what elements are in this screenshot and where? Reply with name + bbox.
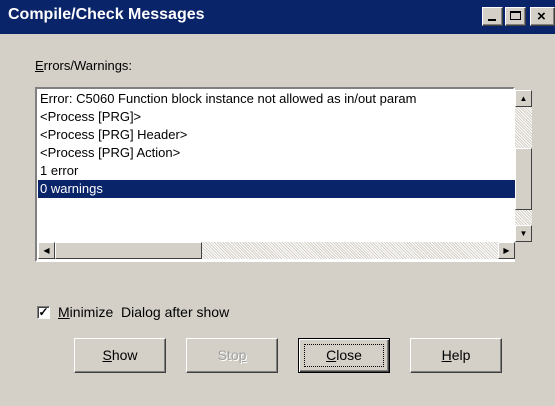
arrow-up-icon: ▲ (519, 94, 528, 103)
scroll-down-button[interactable]: ▼ (515, 225, 532, 242)
messages-list[interactable]: Error: C5060 Function block instance not… (38, 90, 515, 241)
scroll-right-button[interactable]: ▶ (498, 242, 515, 259)
show-button[interactable]: Show (74, 338, 166, 373)
errors-label-text: rrors/Warnings: (43, 58, 133, 73)
show-label: how (111, 347, 138, 363)
minimize-dialog-checkbox[interactable]: ✓ (37, 306, 50, 319)
arrow-right-icon: ▶ (503, 246, 510, 255)
errors-warnings-label: Errors/Warnings: (35, 58, 132, 73)
stop-label: Sto (217, 347, 239, 363)
scroll-left-button[interactable]: ◀ (38, 242, 55, 259)
minimize-button[interactable] (482, 7, 503, 26)
horizontal-scroll-thumb[interactable] (55, 242, 202, 259)
window-title: Compile/Check Messages (8, 6, 205, 23)
close-window-button[interactable]: × (530, 7, 555, 26)
arrow-down-icon: ▼ (519, 229, 528, 238)
minimize-icon (488, 19, 496, 21)
title-bar[interactable]: Compile/Check Messages × (0, 0, 555, 34)
show-accel: S (102, 347, 112, 363)
list-item[interactable]: Error: C5060 Function block instance not… (38, 90, 515, 108)
list-item[interactable]: 1 error (38, 162, 515, 180)
help-button[interactable]: Help (410, 338, 502, 373)
list-item-selected[interactable]: 0 warnings (38, 180, 515, 198)
scrollbar-corner (515, 242, 532, 259)
minimize-dialog-label[interactable]: Minimize Dialog after show (58, 304, 229, 320)
help-accel: H (441, 347, 452, 363)
stop-accel: p (238, 347, 247, 363)
checkmark-icon: ✓ (38, 305, 49, 319)
list-item[interactable]: <Process [PRG] Header> (38, 126, 515, 144)
list-item[interactable]: <Process [PRG] Action> (38, 144, 515, 162)
list-item[interactable]: <Process [PRG]> (38, 108, 515, 126)
focus-rect (304, 344, 384, 367)
errors-label-accel: E (35, 58, 44, 73)
close-icon: × (537, 8, 546, 25)
scroll-up-button[interactable]: ▲ (515, 90, 532, 107)
close-button[interactable]: Close (298, 338, 390, 373)
messages-listbox[interactable]: Error: C5060 Function block instance not… (35, 87, 532, 262)
vertical-scroll-thumb[interactable] (515, 148, 532, 210)
minimize-label-text: inimize Dialog after show (69, 304, 230, 320)
maximize-button[interactable] (505, 7, 526, 26)
stop-button: Stop (186, 338, 278, 373)
arrow-left-icon: ◀ (43, 246, 50, 255)
maximize-icon (510, 11, 521, 20)
help-label: elp (451, 347, 471, 363)
minimize-label-accel: M (58, 304, 70, 320)
